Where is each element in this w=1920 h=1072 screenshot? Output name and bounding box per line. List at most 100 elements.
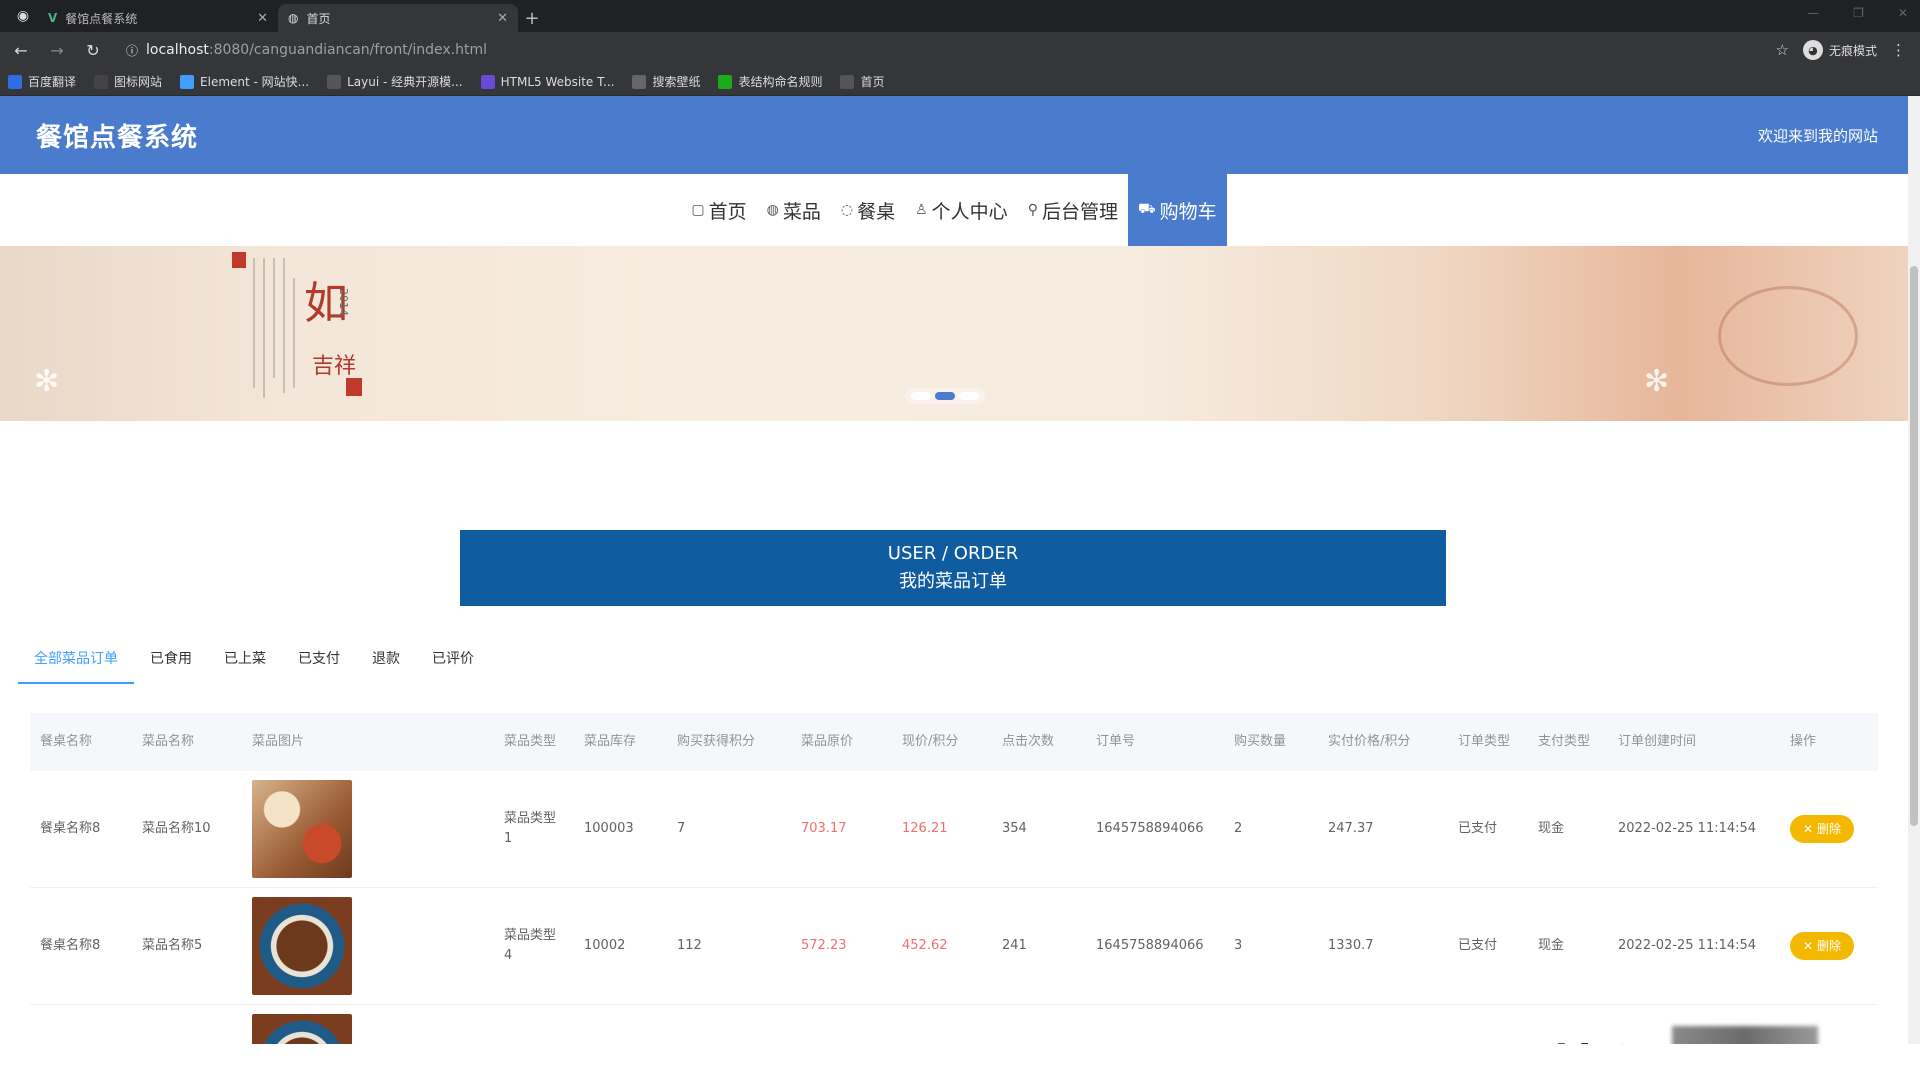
cell-price: 126.21 [892,819,992,839]
order-tab[interactable]: 已支付 [282,634,356,684]
delete-button[interactable]: ✕删除 [1790,815,1854,843]
vue-favicon-icon: V [48,11,57,25]
cell-order-no: 1645758894066 [1086,819,1224,839]
bookmark-favicon-icon [632,75,646,89]
bookmark-item[interactable]: 首页 [840,73,884,90]
nav-label: 个人中心 [932,197,1008,224]
page: 餐馆点餐系统 欢迎来到我的网站 ▢首页◍菜品◌餐桌♙个人中心⚲后台管理⛟购物车 … [0,96,1920,1044]
nav-label: 菜品 [783,197,821,224]
minimize-icon[interactable]: — [1807,6,1819,20]
cell-qty: 2 [1224,819,1318,839]
column-header: 操作 [1780,732,1878,752]
nav-label: 后台管理 [1042,197,1118,224]
cell-orig: 572.23 [791,936,892,956]
trash-icon: ✕ [1803,819,1813,839]
section-title: USER / ORDER 我的菜品订单 [460,530,1446,606]
bookmark-favicon-icon [94,75,108,89]
carousel-dot[interactable] [911,392,931,400]
bookmark-item[interactable]: Element - 网站快... [180,73,309,90]
snowflake-icon: ✻ [1644,364,1669,399]
site-title: 餐馆点餐系统 [36,117,198,154]
dish-image[interactable] [252,897,352,995]
dish-image[interactable] [252,1014,352,1044]
address-bar[interactable]: ⓘ localhost:8080/canguandiancan/front/in… [114,36,1770,64]
new-tab-button[interactable]: + [518,4,546,32]
nav-icon: ⛟ [1138,201,1156,219]
browser-tab-strip: ◉ V 餐馆点餐系统 ✕ ◍ 首页 ✕ + — ❐ ✕ [0,0,1920,32]
delete-button[interactable]: ✕删除 [1790,932,1854,960]
globe-icon: ◍ [288,11,298,25]
bookmark-item[interactable]: 表结构命名规则 [718,73,822,90]
cell-points: 7 [667,819,791,839]
profile-label: 无痕模式 [1829,42,1877,59]
browser-tab-1[interactable]: ◍ 首页 ✕ [278,4,518,32]
new-year-art: 如 2014 吉祥 [228,248,368,418]
column-header: 菜品原价 [791,732,892,752]
close-icon[interactable]: ✕ [257,11,268,26]
bookmark-label: HTML5 Website T... [501,75,615,89]
bookmark-star-icon[interactable]: ☆ [1776,41,1789,59]
dish-image[interactable] [252,780,352,878]
reload-icon[interactable]: ↻ [78,35,108,65]
cell-type: 菜品类型4 [494,1043,574,1044]
cell-clicks: 241 [992,936,1086,956]
nav-item-2[interactable]: ◌餐桌 [831,174,905,246]
nav-item-0[interactable]: ▢首页 [681,174,756,246]
column-header: 点击次数 [992,732,1086,752]
nav-item-5[interactable]: ⛟购物车 [1128,174,1227,246]
bookmark-item[interactable]: 百度翻译 [8,73,76,90]
cell-paid: 1330.7 [1318,936,1448,956]
carousel-dot[interactable] [959,392,979,400]
nav-label: 餐桌 [857,197,895,224]
nav-item-3[interactable]: ♙个人中心 [905,174,1018,246]
restore-icon[interactable]: ❐ [1853,6,1864,20]
info-icon[interactable]: ⓘ [126,42,138,59]
bookmark-label: 搜索壁纸 [652,73,700,90]
cell-pay-type: 现金 [1528,819,1608,839]
order-tab[interactable]: 全部菜品订单 [18,634,134,684]
order-tab[interactable]: 已评价 [416,634,490,684]
browser-menu-icon[interactable]: ◉ [8,0,38,32]
cell-qty: 3 [1224,936,1318,956]
welcome-text: 欢迎来到我的网站 [1758,125,1878,146]
order-tab[interactable]: 已食用 [134,634,208,684]
delete-label: 删除 [1817,819,1841,839]
more-menu-icon[interactable]: ⋮ [1891,41,1906,59]
bookmark-item[interactable]: Layui - 经典开源模... [327,73,462,90]
table-row: 餐桌名称8菜品名称10菜品类型11000037703.17126.2135416… [30,771,1878,888]
incognito-icon: ◕ [1803,40,1823,60]
banner-carousel[interactable]: 如 2014 吉祥 ✻ ✻ [0,246,1908,421]
order-table: 餐桌名称菜品名称菜品图片菜品类型菜品库存购买获得积分菜品原价现价/积分点击次数订… [30,713,1878,1044]
column-header: 支付类型 [1528,732,1608,752]
section-title-cn: 我的菜品订单 [899,568,1007,596]
bookmark-item[interactable]: HTML5 Website T... [481,75,615,89]
page-scrollbar[interactable] [1908,96,1920,1044]
bookmark-item[interactable]: 搜索壁纸 [632,73,700,90]
nav-item-1[interactable]: ◍菜品 [757,174,831,246]
cell-order-type: 已支付 [1448,936,1528,956]
forward-icon[interactable]: → [42,35,72,65]
window-controls: — ❐ ✕ [1807,6,1908,20]
cell-table-name: 餐桌名称8 [30,819,132,839]
nav-item-4[interactable]: ⚲后台管理 [1018,174,1128,246]
bookmark-label: 百度翻译 [28,73,76,90]
cell-dish: 菜品名称10 [132,819,242,839]
cell-type: 菜品类型1 [494,809,574,849]
carousel-dot[interactable] [935,392,955,400]
cell-image [242,780,494,878]
delete-label: 删除 [1817,936,1841,956]
scrollbar-thumb[interactable] [1910,266,1918,826]
incognito-profile[interactable]: ◕ 无痕模式 [1803,40,1877,60]
order-tabs: 全部菜品订单已食用已上菜已支付退款已评价 [18,634,490,684]
browser-tab-title: 餐馆点餐系统 [65,10,249,27]
order-tab[interactable]: 退款 [356,634,416,684]
order-tab[interactable]: 已上菜 [208,634,282,684]
browser-toolbar: ← → ↻ ⓘ localhost:8080/canguandiancan/fr… [0,32,1920,68]
cell-stock: 100003 [574,819,667,839]
close-icon[interactable]: ✕ [497,11,508,26]
nav-label: 首页 [709,197,747,224]
back-icon[interactable]: ← [6,35,36,65]
close-window-icon[interactable]: ✕ [1898,6,1908,20]
bookmark-item[interactable]: 图标网站 [94,73,162,90]
browser-tab-0[interactable]: V 餐馆点餐系统 ✕ [38,4,278,32]
